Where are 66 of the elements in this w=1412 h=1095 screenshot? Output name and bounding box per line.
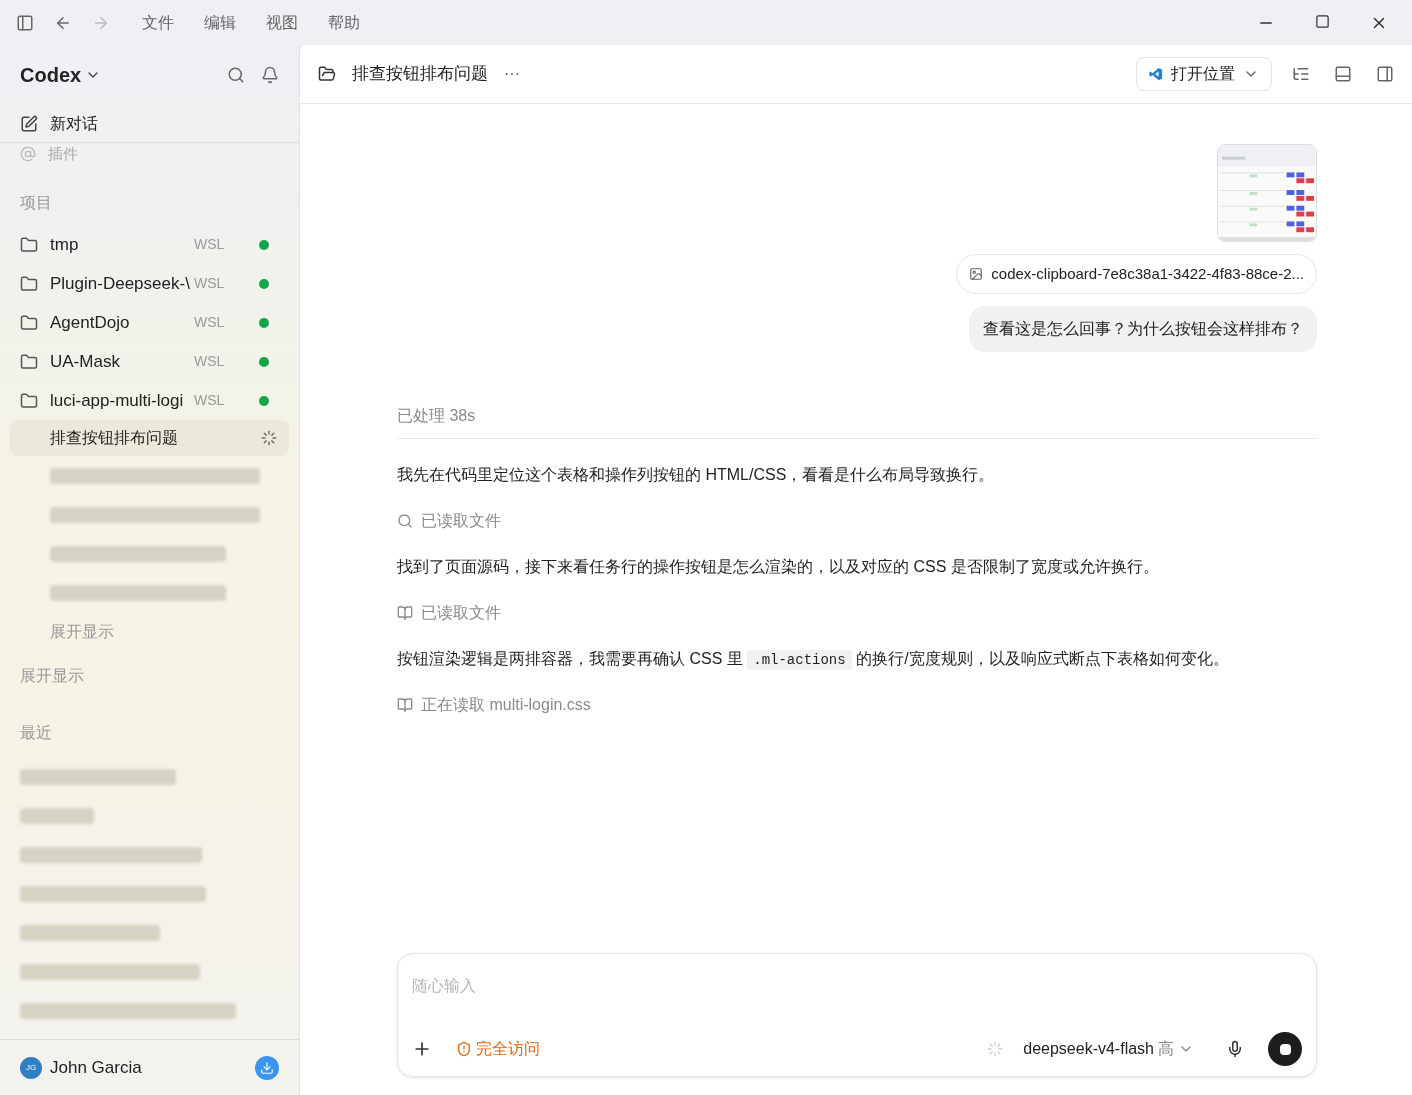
avatar[interactable]: JG	[20, 1056, 42, 1079]
step-label: 正在读取 multi-login.css	[421, 695, 591, 715]
menu-item[interactable]: 文件	[142, 10, 174, 35]
spinner-icon	[987, 1041, 1004, 1057]
model-selector[interactable]: deepseek-v4-flash 高	[1023, 1037, 1194, 1061]
project-name: Plugin-Deepseek-\	[50, 272, 190, 295]
project-name: UA-Mask	[50, 350, 121, 373]
section-heading: 项目	[19, 193, 53, 213]
section-heading: 最近	[19, 723, 53, 743]
list-icon[interactable]	[1292, 65, 1310, 83]
menu-item[interactable]: 帮助	[328, 10, 360, 35]
folder-icon	[20, 313, 38, 332]
assistant-text: 找到了页面源码，接下来看任务行的操作按钮是怎么渲染的，以及对应的 CSS 是否限制了宽度或允许换行。	[397, 557, 1160, 577]
download-button[interactable]	[255, 1055, 279, 1080]
message-input[interactable]: 随心输入	[412, 974, 1302, 998]
sidebar-toggle-icon[interactable]	[16, 13, 34, 32]
search-icon[interactable]	[227, 66, 245, 84]
project-name: AgentDojo	[50, 311, 131, 334]
folder-icon	[20, 391, 38, 410]
assistant-text: 按钮渲染逻辑是两排容器，我需要再确认 CSS 里 .ml-actions 的换行/宽度规则，以及响应式断点下表格如何变化。	[397, 649, 1230, 671]
folder-icon	[20, 274, 38, 293]
assistant-text: 我先在代码里定位这个表格和操作列按钮的 HTML/CSS，看看是什么布局导致换行。	[397, 465, 996, 485]
menu-item[interactable]: 视图	[266, 10, 298, 35]
folder-icon	[318, 65, 336, 83]
user-name[interactable]: John Garcia	[50, 1054, 142, 1081]
step-label: 已读取文件	[421, 511, 501, 531]
new-chat-icon[interactable]	[20, 114, 38, 133]
access-button[interactable]: 完全访问	[456, 1037, 540, 1061]
book-icon	[397, 697, 413, 713]
project-item[interactable]: luci-app-multi-logi WSL	[10, 381, 289, 420]
folder-icon	[20, 352, 38, 371]
env-label: WSL	[194, 274, 225, 293]
open-location-button[interactable]: 打开位置	[1136, 57, 1272, 91]
bell-icon[interactable]	[261, 66, 279, 84]
more-button[interactable]: ···	[504, 62, 520, 86]
bottom-panel-icon[interactable]	[1334, 65, 1352, 83]
processed-label[interactable]: 已处理 38s	[397, 407, 476, 424]
right-panel-icon[interactable]	[1376, 65, 1394, 83]
project-name: luci-app-multi-logi	[50, 389, 185, 412]
env-label: WSL	[194, 235, 225, 254]
project-item[interactable]: AgentDojo WSL	[10, 303, 289, 342]
env-label: WSL	[194, 352, 225, 371]
image-icon	[969, 267, 984, 281]
book-icon	[397, 605, 413, 621]
new-chat-item[interactable]: 新对话	[50, 111, 98, 136]
microphone-icon[interactable]	[1226, 1040, 1244, 1058]
folder-icon	[20, 235, 38, 254]
project-item[interactable]: tmp WSL	[10, 225, 289, 264]
step-label: 已读取文件	[421, 603, 501, 623]
user-message: 查看这是怎么回事？为什么按钮会这样排布？	[969, 306, 1317, 352]
app-title[interactable]: Codex	[20, 60, 82, 90]
maximize-icon[interactable]	[1315, 13, 1330, 29]
search-icon	[397, 513, 413, 529]
at-icon	[20, 146, 36, 162]
menu-item[interactable]: 编辑	[204, 10, 236, 35]
env-label: WSL	[194, 391, 225, 410]
thread-item[interactable]: 排查按钮排布问题	[10, 420, 289, 456]
code-editor-icon	[1149, 67, 1163, 81]
chat-title: 排查按钮排布问题	[352, 63, 488, 86]
project-item[interactable]: Plugin-Deepseek-\ WSL	[10, 264, 289, 303]
download-icon	[260, 1060, 274, 1075]
warning-icon	[456, 1041, 472, 1057]
project-item[interactable]: UA-Mask WSL	[10, 342, 289, 381]
project-name: tmp	[50, 233, 80, 256]
env-label: WSL	[194, 313, 225, 332]
stop-button[interactable]	[1268, 1032, 1302, 1066]
